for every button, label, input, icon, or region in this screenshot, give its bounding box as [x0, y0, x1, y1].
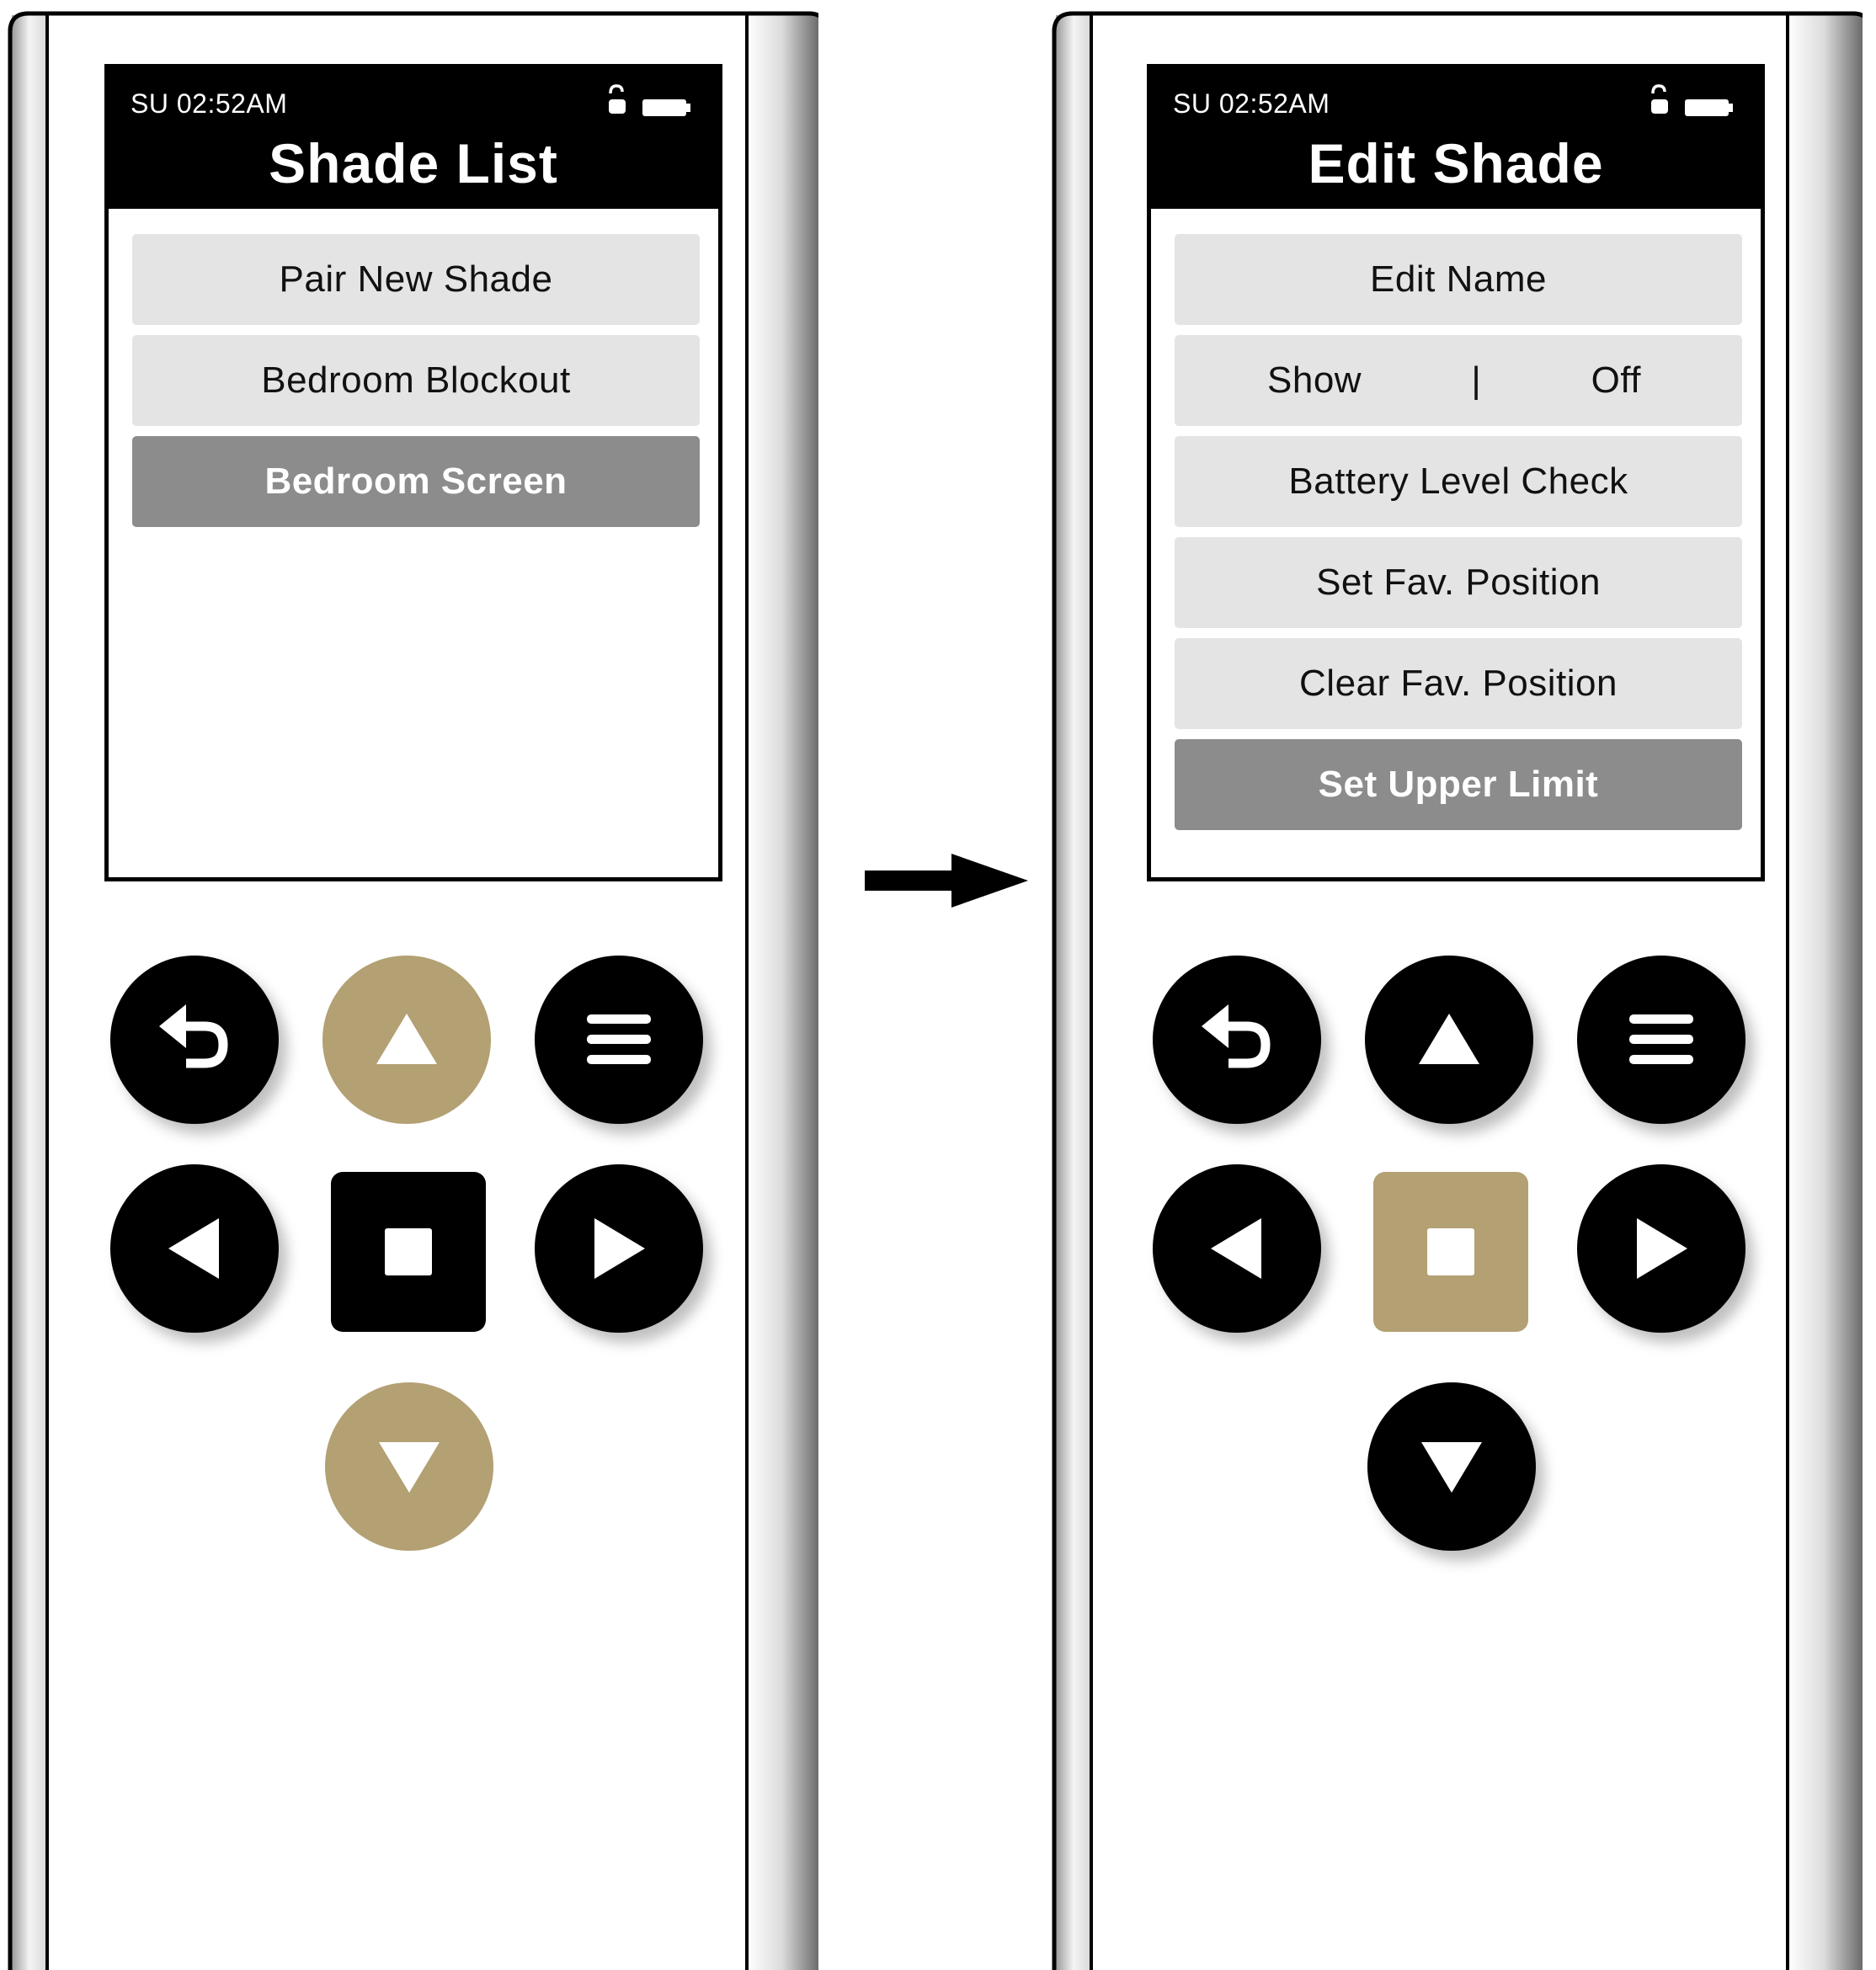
show-label: Show	[1267, 359, 1362, 401]
menu-icon	[1629, 1014, 1693, 1064]
status-bar: SU 02:52AM Edit Shade	[1151, 68, 1761, 209]
display-screen: SU 02:52AM Shade List Pair New Shade Bed…	[104, 64, 722, 881]
status-icons	[1651, 84, 1733, 116]
shade-list-menu: Pair New Shade Bedroom Blockout Bedroom …	[132, 234, 700, 537]
menu-item-set-upper-limit[interactable]: Set Upper Limit	[1175, 739, 1742, 830]
back-icon	[1202, 1004, 1271, 1068]
menu-item-battery-level-check[interactable]: Battery Level Check	[1175, 436, 1742, 527]
stop-button[interactable]	[331, 1172, 486, 1332]
menu-item-set-fav-position[interactable]: Set Fav. Position	[1175, 537, 1742, 628]
right-arrow-icon	[594, 1218, 645, 1279]
down-arrow-icon	[379, 1442, 440, 1493]
right-button[interactable]	[1577, 1164, 1745, 1333]
screen-title: Shade List	[269, 132, 558, 194]
menu-item-pair-new-shade[interactable]: Pair New Shade	[132, 234, 700, 325]
menu-button[interactable]	[1577, 956, 1745, 1124]
down-button[interactable]	[1367, 1382, 1536, 1551]
menu-item-clear-fav-position[interactable]: Clear Fav. Position	[1175, 638, 1742, 729]
stop-button[interactable]	[1373, 1172, 1528, 1332]
down-arrow-icon	[1421, 1442, 1482, 1493]
menu-item-bedroom-screen[interactable]: Bedroom Screen	[132, 436, 700, 527]
left-arrow-icon	[168, 1218, 219, 1279]
right-button[interactable]	[535, 1164, 703, 1333]
status-time: SU 02:52AM	[1173, 88, 1330, 119]
left-button[interactable]	[110, 1164, 279, 1333]
status-bar: SU 02:52AM Shade List	[109, 68, 718, 209]
back-button[interactable]	[110, 956, 279, 1124]
right-arrow-icon	[1637, 1218, 1687, 1279]
up-arrow-icon	[1419, 1014, 1479, 1064]
up-button[interactable]	[322, 956, 491, 1124]
status-icons	[609, 84, 690, 116]
edit-shade-menu: Edit Name Show | Off Battery Level Check…	[1175, 234, 1742, 840]
show-separator: |	[1471, 359, 1482, 401]
stop-icon	[385, 1228, 432, 1275]
menu-item-edit-name[interactable]: Edit Name	[1175, 234, 1742, 325]
screen-title: Edit Shade	[1308, 132, 1604, 194]
menu-item-show-toggle[interactable]: Show | Off	[1175, 335, 1742, 426]
display-screen: SU 02:52AM Edit Shade Edit Name Show | O…	[1147, 64, 1765, 881]
remote-edit-shade: SU 02:52AM Edit Shade Edit Name Show | O…	[1044, 0, 1863, 1970]
unlock-icon	[1651, 84, 1668, 114]
remote-shade-list: SU 02:52AM Shade List Pair New Shade Bed…	[0, 0, 818, 1970]
stop-icon	[1427, 1228, 1474, 1275]
menu-icon	[587, 1014, 651, 1064]
up-arrow-icon	[376, 1014, 437, 1064]
show-value: Off	[1591, 359, 1641, 401]
menu-item-bedroom-blockout[interactable]: Bedroom Blockout	[132, 335, 700, 426]
back-icon	[159, 1004, 228, 1068]
transition-right-arrow-icon	[865, 854, 1028, 908]
back-button[interactable]	[1153, 956, 1321, 1124]
battery-icon	[1685, 99, 1733, 116]
menu-button[interactable]	[535, 956, 703, 1124]
left-button[interactable]	[1153, 1164, 1321, 1333]
unlock-icon	[609, 84, 626, 114]
battery-icon	[642, 99, 690, 116]
left-arrow-icon	[1211, 1218, 1261, 1279]
status-time: SU 02:52AM	[131, 88, 288, 119]
up-button[interactable]	[1365, 956, 1533, 1124]
down-button[interactable]	[325, 1382, 493, 1551]
